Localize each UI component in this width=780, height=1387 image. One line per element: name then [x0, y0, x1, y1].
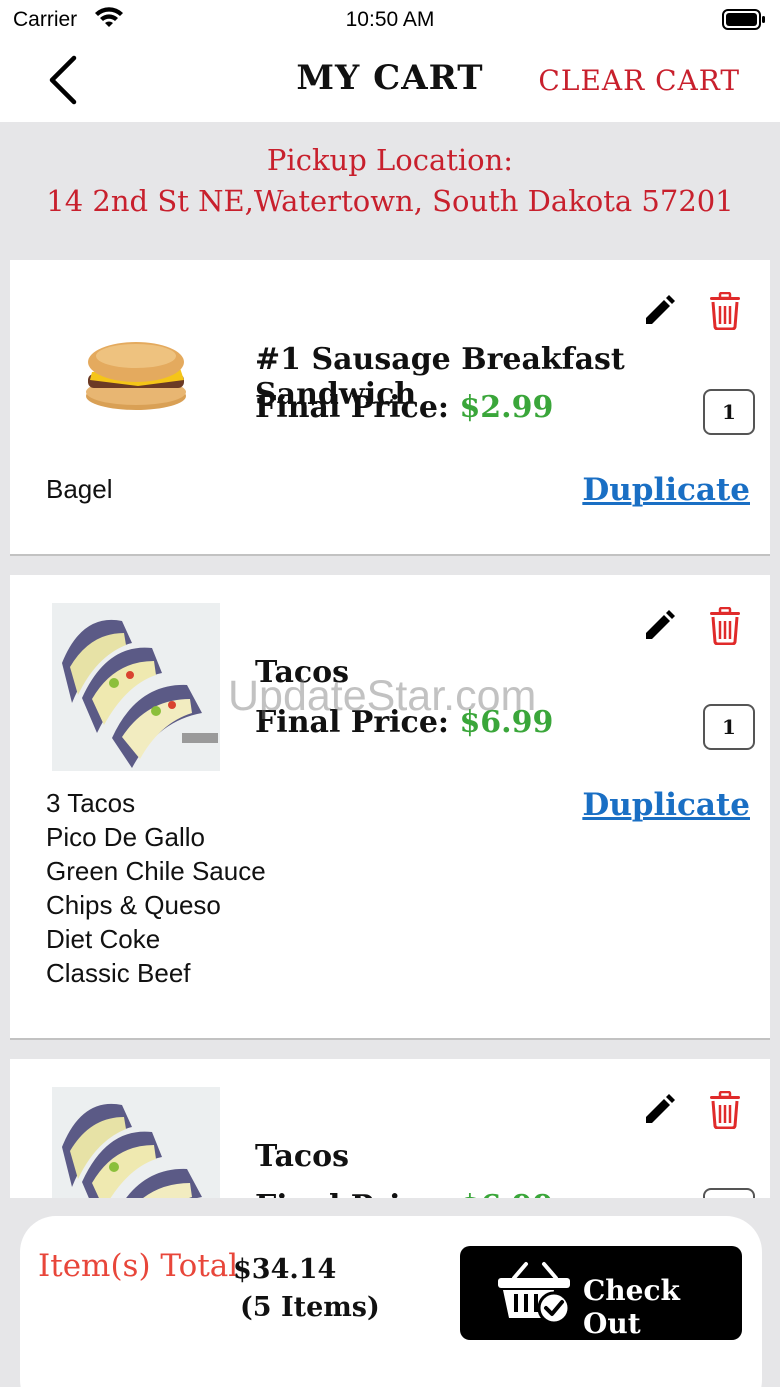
- option-line: Diet Coke: [46, 924, 161, 954]
- cart-item: Tacos Final Price: $6.99 1 3 Tacos Pico …: [10, 575, 770, 1040]
- cart-item: Tacos Final Price: $6.99 1: [10, 1059, 770, 1198]
- cart-footer: Item(s) Total $34.14 (5 Items) Check Out: [20, 1216, 762, 1387]
- final-price-label: Final Price:: [255, 390, 449, 425]
- sandwich-image: [86, 342, 186, 410]
- final-price-value: $6.99: [459, 1189, 553, 1198]
- basket-check-icon: [498, 1262, 571, 1325]
- edit-pencil-icon[interactable]: [642, 294, 676, 328]
- item-price-row: Final Price: $2.99: [255, 390, 553, 425]
- checkout-label: Check Out: [583, 1274, 680, 1340]
- tacos-image: [52, 603, 220, 771]
- item-options: Bagel: [46, 472, 113, 506]
- pickup-label: Pickup Location:: [266, 143, 514, 177]
- quantity-box[interactable]: 1: [703, 1188, 755, 1198]
- nav-bar: MY CART CLEAR CART: [0, 42, 780, 122]
- quantity-box[interactable]: 1: [703, 704, 755, 750]
- item-count: (5 Items): [240, 1292, 380, 1323]
- status-bar: Carrier 10:50 AM: [0, 0, 780, 42]
- final-price-value: $2.99: [459, 390, 554, 425]
- edit-pencil-icon[interactable]: [642, 609, 676, 643]
- item-options: 3 Tacos Pico De Gallo Green Chile Sauce …: [46, 786, 266, 990]
- quantity-box[interactable]: 1: [703, 389, 755, 435]
- option-line: Pico De Gallo: [46, 822, 205, 852]
- delete-trash-icon[interactable]: [708, 1091, 742, 1129]
- option-line: Classic Beef: [46, 958, 191, 988]
- battery-icon: [722, 9, 765, 30]
- item-name: Tacos: [255, 1139, 350, 1174]
- delete-trash-icon[interactable]: [708, 607, 742, 645]
- duplicate-link[interactable]: Duplicate: [582, 787, 750, 823]
- option-line: Bagel: [46, 474, 113, 504]
- tacos-image: [52, 1087, 220, 1198]
- pickup-address: 14 2nd St NE,Watertown, South Dakota 572…: [46, 184, 734, 218]
- cart-item-list[interactable]: #1 Sausage Breakfast Sandwich Final Pric…: [10, 260, 770, 1198]
- option-line: Green Chile Sauce: [46, 856, 266, 886]
- item-price-row: Final Price: $6.99: [255, 1189, 553, 1198]
- pickup-location: Pickup Location: 14 2nd St NE,Watertown,…: [0, 140, 780, 222]
- clock-time: 10:50 AM: [345, 8, 435, 31]
- cart-item: #1 Sausage Breakfast Sandwich Final Pric…: [10, 260, 770, 556]
- watermark: UpdateStar.com: [228, 672, 537, 720]
- total-label: Item(s) Total: [38, 1248, 239, 1284]
- delete-trash-icon[interactable]: [708, 292, 742, 330]
- option-line: 3 Tacos: [46, 788, 136, 818]
- option-line: Chips & Queso: [46, 890, 221, 920]
- total-value: $34.14: [233, 1254, 337, 1285]
- clear-cart-button[interactable]: CLEAR CART: [538, 64, 740, 97]
- edit-pencil-icon[interactable]: [642, 1093, 676, 1127]
- checkout-button[interactable]: Check Out: [460, 1246, 742, 1340]
- final-price-label: Final Price:: [255, 1189, 449, 1198]
- duplicate-link[interactable]: Duplicate: [582, 472, 750, 508]
